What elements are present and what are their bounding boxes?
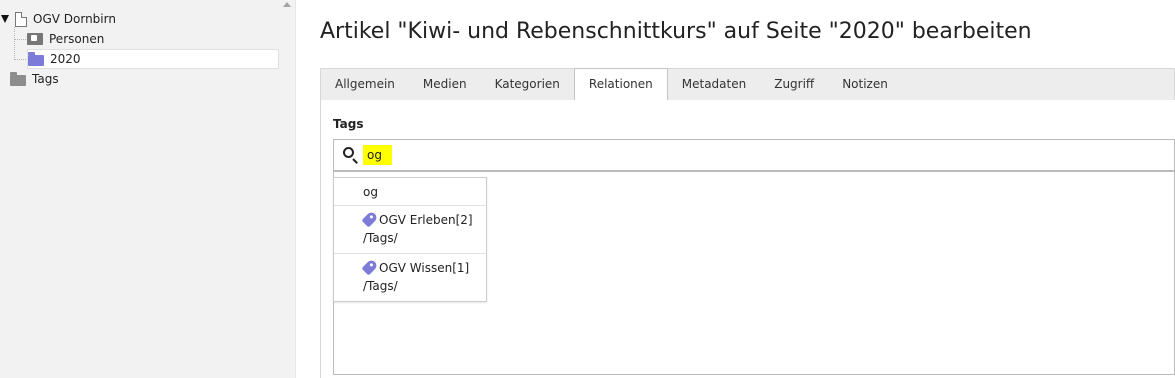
tags-search-input[interactable]: [363, 145, 392, 165]
suggestion-title: OGV Erleben[2]: [379, 213, 473, 227]
suggestion-item[interactable]: OGV Wissen[1] /Tags/: [334, 254, 486, 301]
suggestion-path: /Tags/: [363, 231, 398, 245]
tree-node-label: Personen: [49, 32, 105, 46]
tab-relationen[interactable]: Relationen: [573, 68, 668, 100]
tab-metadaten[interactable]: Metadaten: [668, 69, 760, 100]
suggestion-title: OGV Wissen[1]: [379, 261, 470, 275]
tree-node-label: 2020: [50, 52, 81, 66]
search-icon: [343, 147, 359, 164]
tags-field-label: Tags: [333, 117, 364, 131]
suggestion-item[interactable]: OGV Erleben[2] /Tags/: [334, 206, 486, 254]
scroll-up-arrow-icon[interactable]: [283, 2, 291, 7]
sysfolder-icon: [27, 33, 43, 45]
tags-suggestion-dropdown: og OGV Erleben[2] /Tags/ OGV Wissen[1] /…: [333, 177, 487, 302]
tree-node-label: OGV Dornbirn: [33, 12, 116, 26]
tree-node-2020[interactable]: 2020: [27, 49, 279, 69]
tree-connector: [14, 39, 26, 40]
suggestion-title: og: [363, 185, 378, 199]
tab-allgemein[interactable]: Allgemein: [321, 69, 409, 100]
collapse-caret-icon[interactable]: [1, 15, 9, 23]
tab-notizen[interactable]: Notizen: [828, 69, 902, 100]
page-tree: OGV Dornbirn Personen 2020 Tags: [0, 0, 296, 378]
tree-connector: [14, 27, 15, 60]
tree-node-personen[interactable]: Personen: [27, 29, 104, 49]
page-icon: [15, 11, 27, 27]
tree-node-root[interactable]: OGV Dornbirn: [0, 9, 116, 29]
tab-zugriff[interactable]: Zugriff: [760, 69, 828, 100]
folder-icon: [28, 51, 44, 66]
suggestion-path: /Tags/: [363, 279, 398, 293]
tab-bar: Allgemein Medien Kategorien Relationen M…: [320, 68, 1175, 101]
tree-connector: [14, 59, 26, 60]
tree-node-label: Tags: [32, 72, 59, 86]
page-title: Artikel "Kiwi- und Rebenschnittkurs" auf…: [320, 19, 1032, 44]
folder-icon: [10, 71, 26, 86]
tags-search-box[interactable]: [333, 139, 1175, 172]
tree-node-tags[interactable]: Tags: [10, 69, 59, 89]
tab-kategorien[interactable]: Kategorien: [481, 69, 574, 100]
suggestion-item-new[interactable]: og: [334, 178, 486, 206]
tab-medien[interactable]: Medien: [409, 69, 481, 100]
tree-scrollbar[interactable]: [279, 0, 295, 378]
